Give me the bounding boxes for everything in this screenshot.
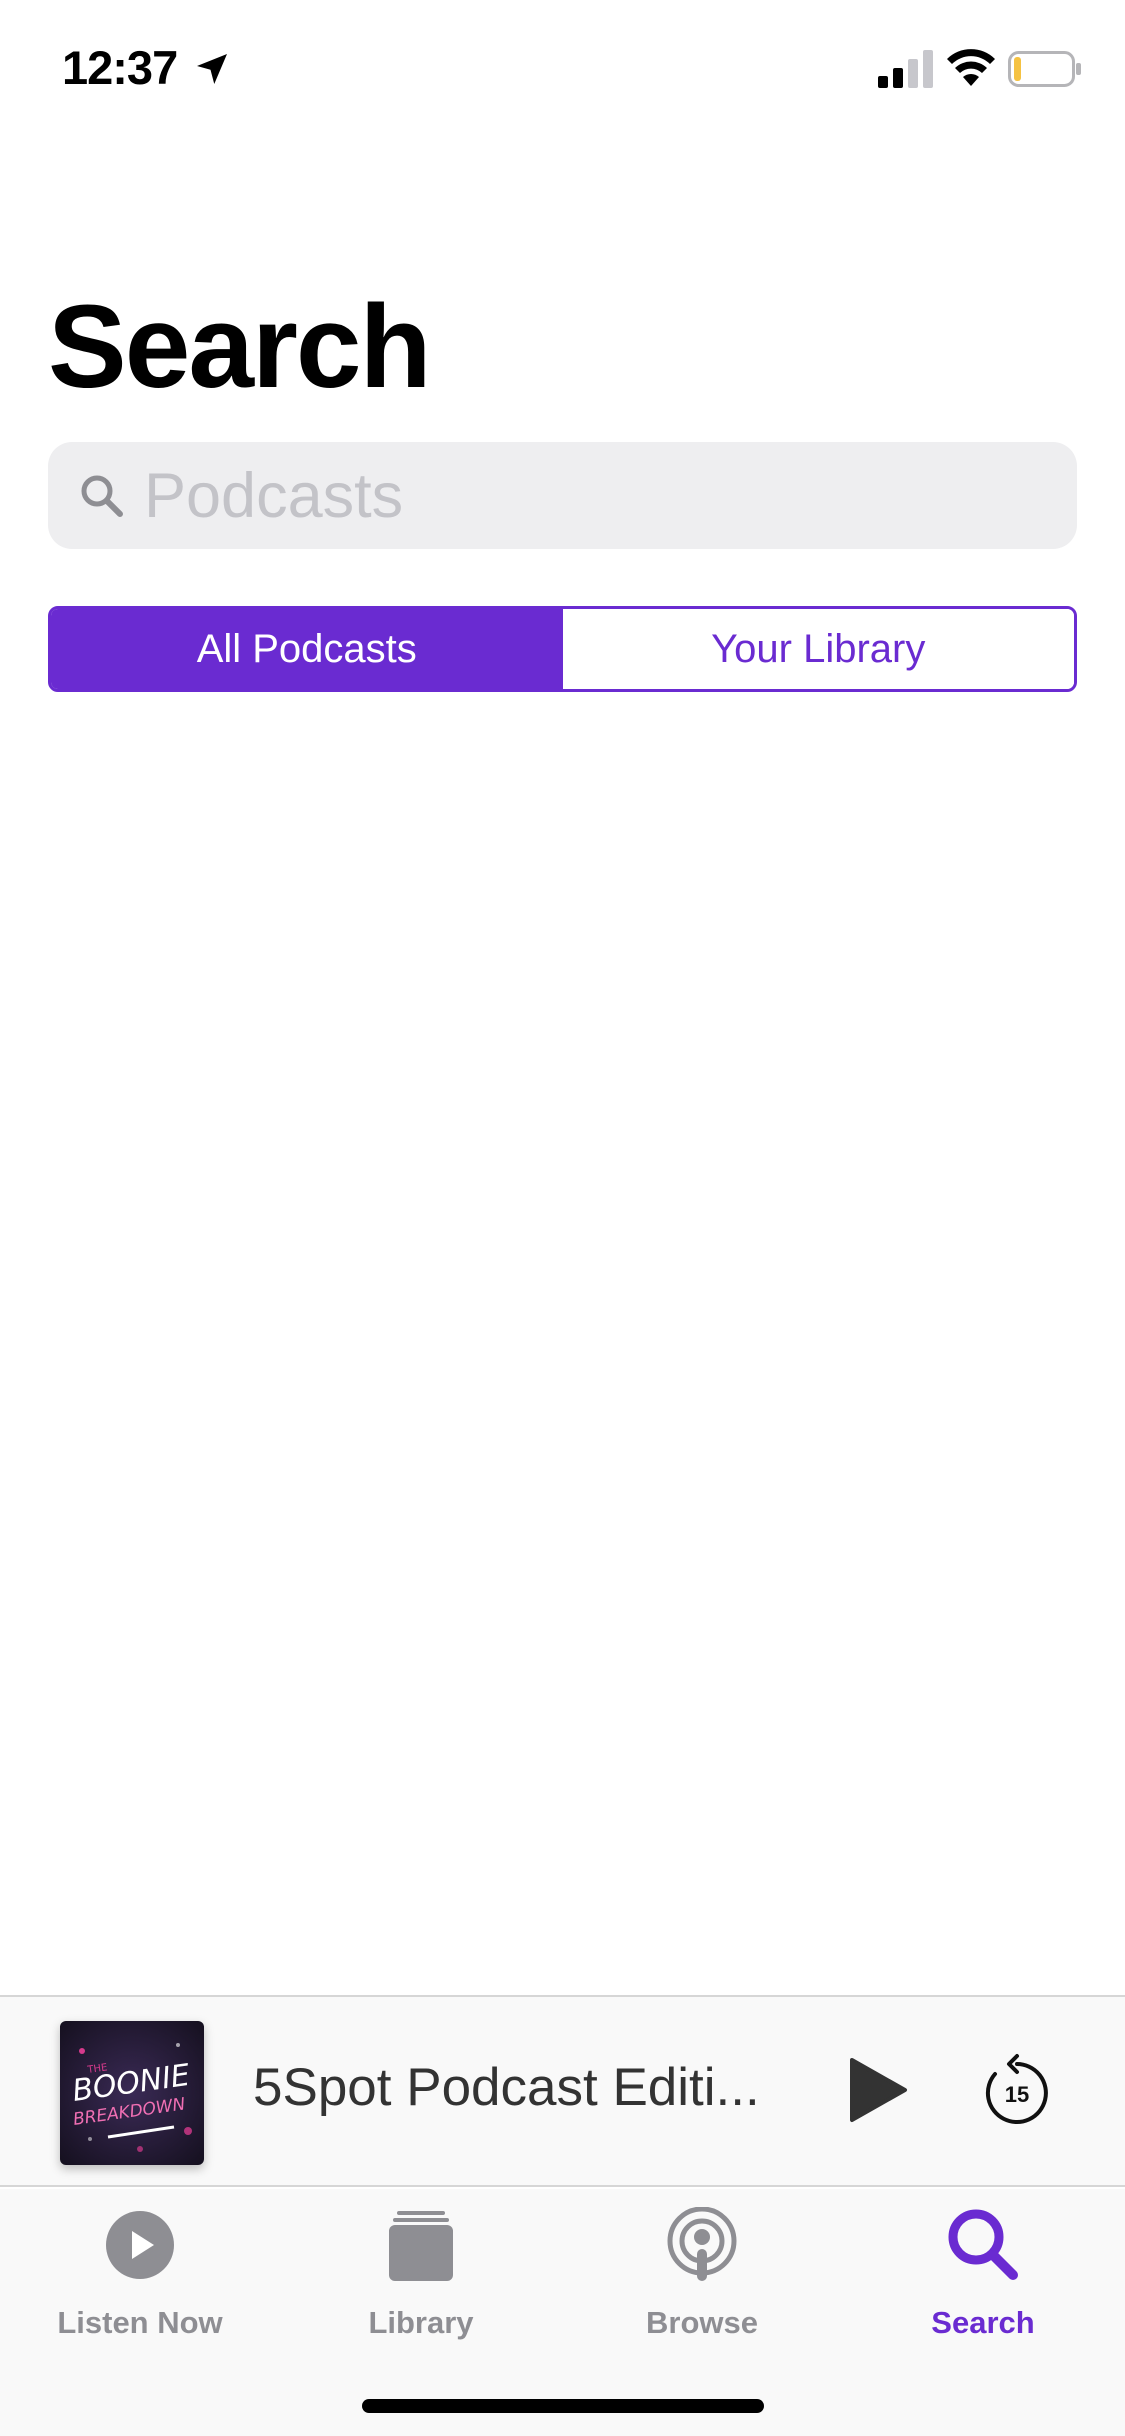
tab-listen-now[interactable]: Listen Now xyxy=(30,2207,250,2347)
status-bar: 12:37 xyxy=(0,0,1125,132)
tab-library[interactable]: Library xyxy=(311,2207,531,2347)
podcasts-icon xyxy=(667,2207,737,2281)
magnifying-glass-icon xyxy=(81,475,123,517)
search-field[interactable] xyxy=(48,442,1077,549)
skip-back-15-icon[interactable]: 15 xyxy=(983,2052,1051,2126)
page-title: Search xyxy=(48,281,432,413)
tab-label-browse: Browse xyxy=(646,2305,758,2340)
segment-all-podcasts[interactable]: All Podcasts xyxy=(51,609,563,689)
tab-label-search: Search xyxy=(931,2305,1035,2340)
tab-label-library: Library xyxy=(368,2305,474,2340)
tab-search[interactable]: Search xyxy=(873,2207,1093,2347)
segment-your-library[interactable]: Your Library xyxy=(562,609,1074,689)
search-input[interactable] xyxy=(144,442,1044,549)
artwork-image: THE BOONIE BREAKDOWN xyxy=(60,2021,204,2165)
status-time: 12:37 xyxy=(62,41,178,94)
battery-icon xyxy=(1008,51,1081,87)
cellular-signal-icon xyxy=(878,50,933,88)
home-indicator[interactable] xyxy=(362,2399,764,2413)
play-icon[interactable] xyxy=(848,2057,908,2123)
wifi-icon xyxy=(947,49,995,86)
scope-segmented-control: All Podcasts Your Library xyxy=(48,606,1077,692)
play-circle-icon xyxy=(106,2211,174,2279)
library-stack-icon xyxy=(389,2211,453,2281)
now-playing-artwork[interactable]: THE BOONIE BREAKDOWN xyxy=(60,2021,204,2165)
tab-label-listen-now: Listen Now xyxy=(57,2305,223,2340)
tab-browse[interactable]: Browse xyxy=(592,2207,812,2347)
location-arrow-icon xyxy=(197,54,227,84)
now-playing-title[interactable]: 5Spot Podcast Editi... xyxy=(253,2057,773,2118)
skip-back-seconds: 15 xyxy=(1005,2082,1029,2107)
search-icon xyxy=(948,2209,1018,2280)
mini-player[interactable]: THE BOONIE BREAKDOWN 5Spot Podcast Editi… xyxy=(0,1995,1125,2187)
